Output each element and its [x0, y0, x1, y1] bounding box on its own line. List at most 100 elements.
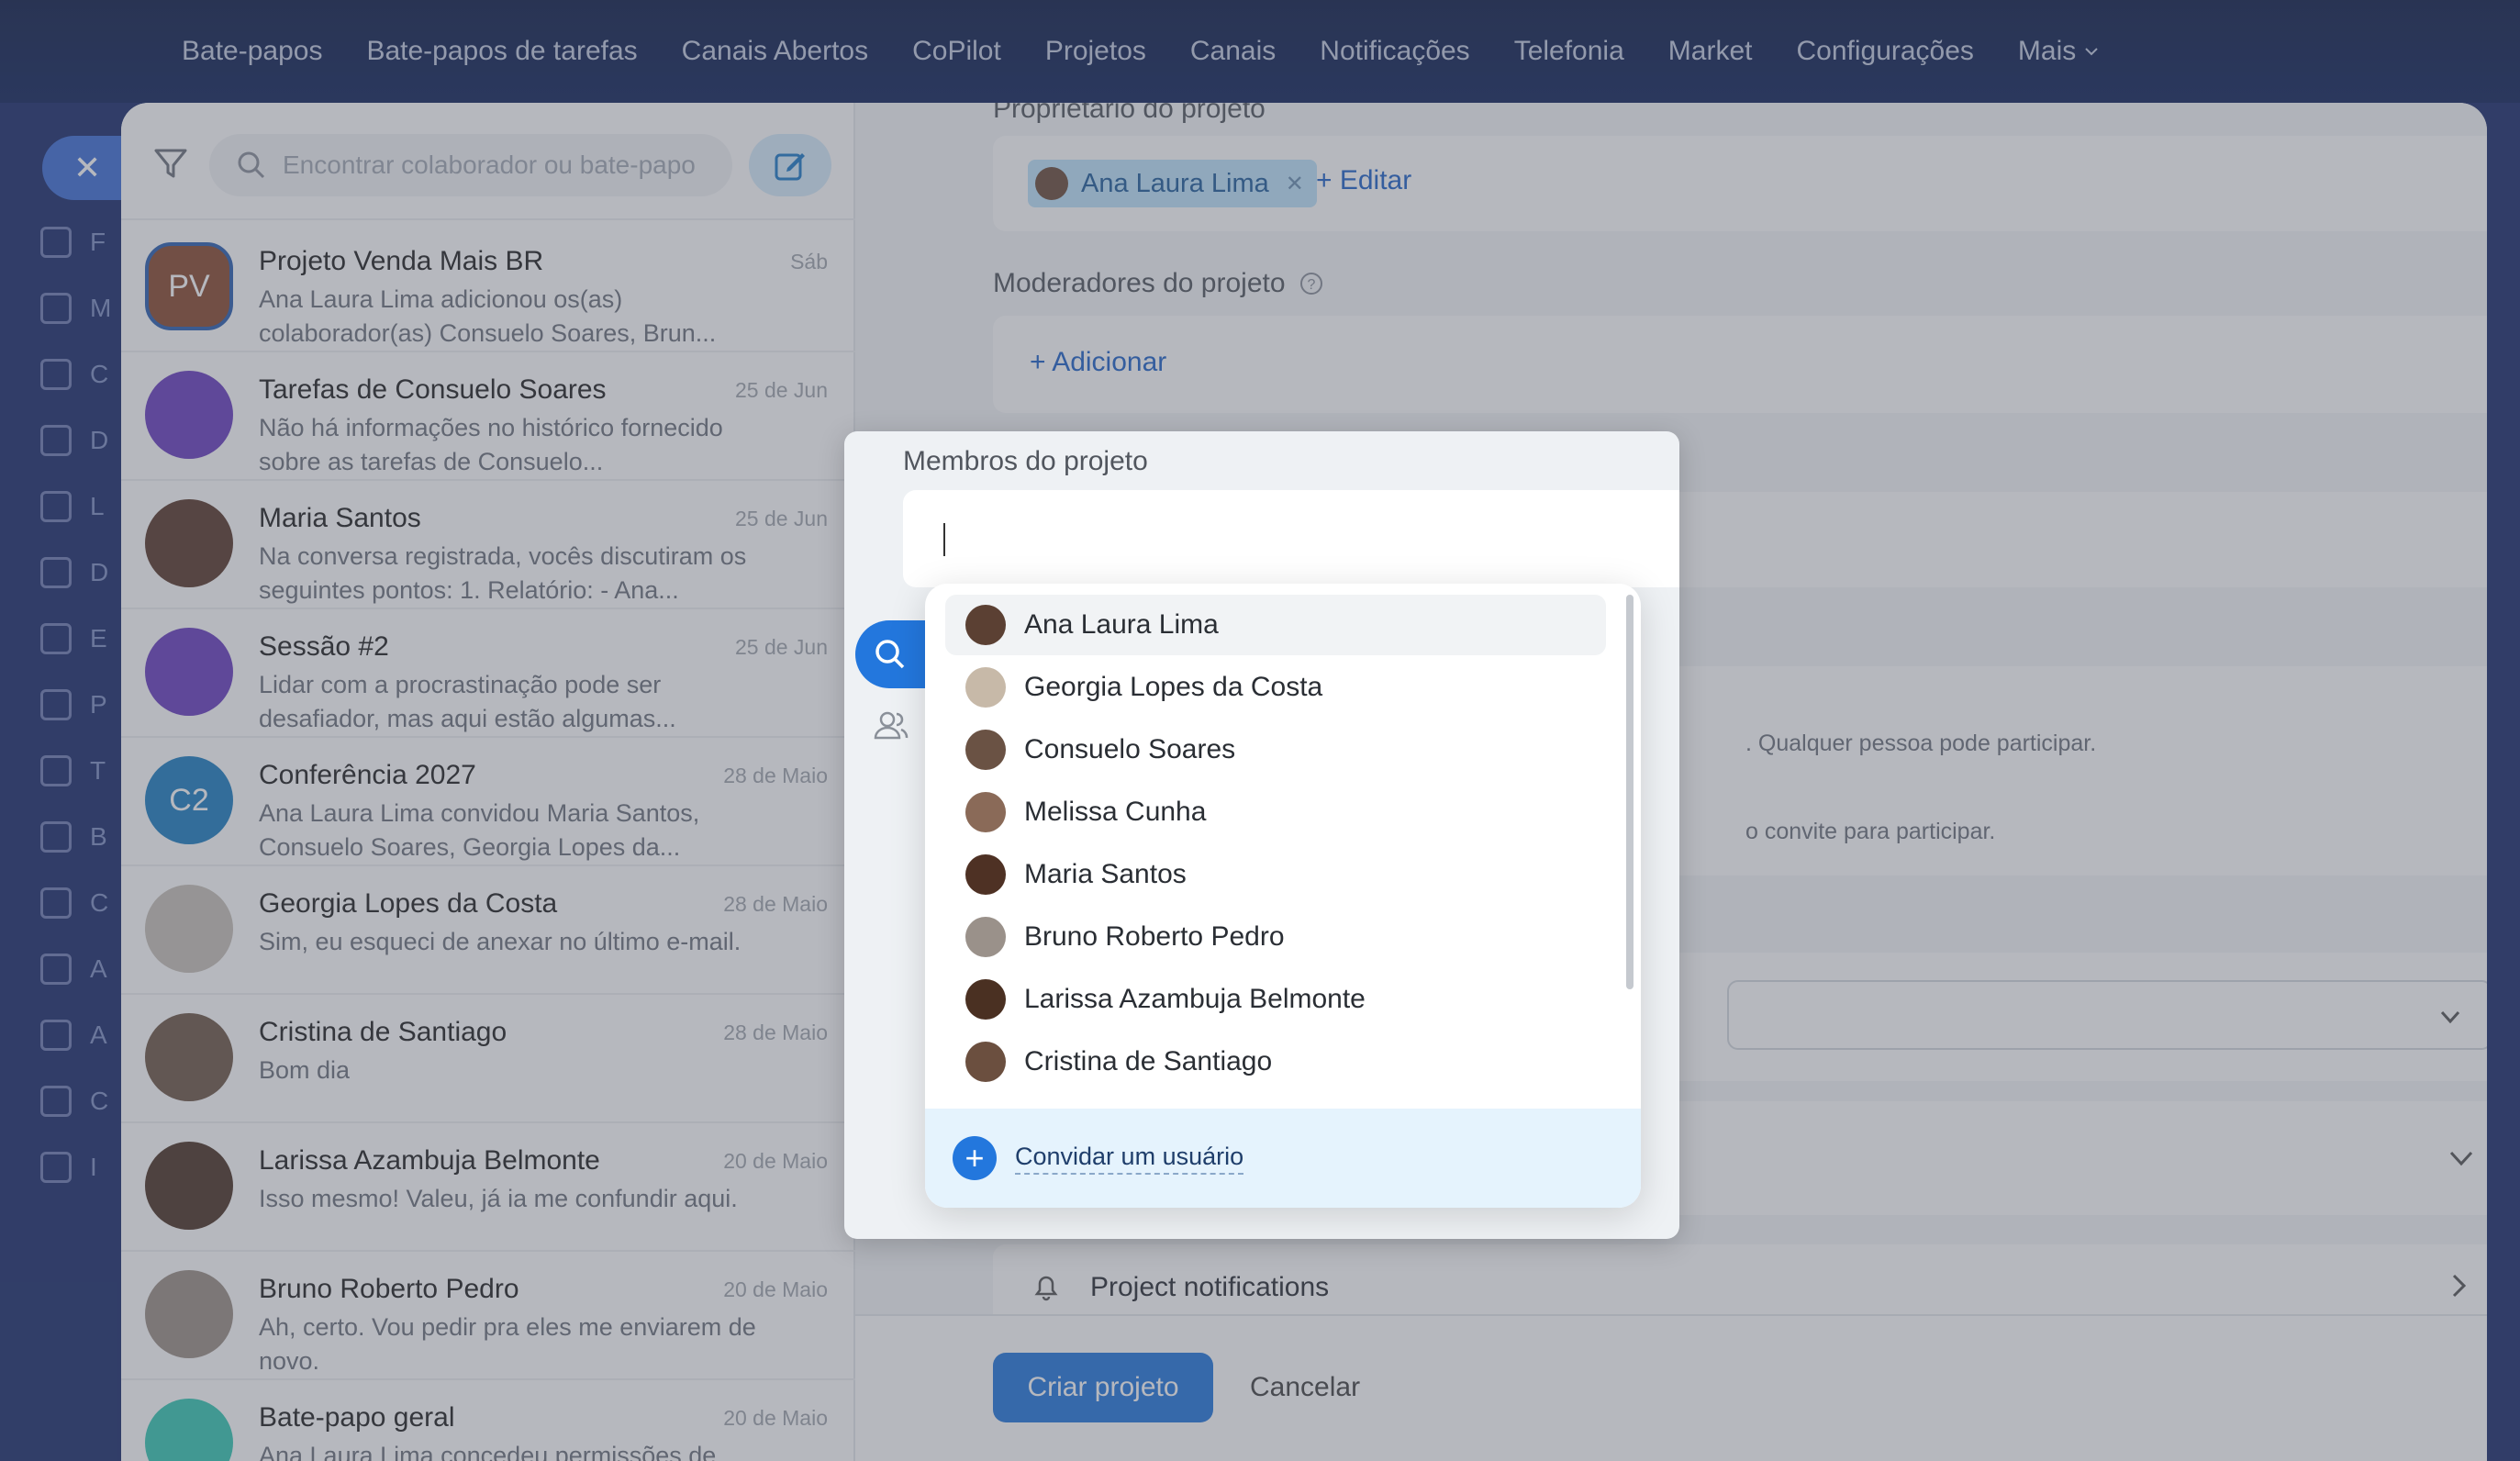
chat-title: Cristina de Santiago: [259, 1017, 507, 1047]
chat-search-input[interactable]: [283, 151, 723, 180]
bg-sidebar-item: F: [40, 217, 123, 268]
member-option[interactable]: Consuelo Soares: [945, 719, 1606, 780]
member-option[interactable]: Larissa Azambuja Belmonte: [945, 969, 1606, 1030]
chevron-right-icon: [2452, 1274, 2467, 1298]
form-footer: Criar projeto Cancelar: [855, 1314, 2487, 1461]
avatar-initials: C2: [169, 782, 209, 818]
nav-item-8[interactable]: Market: [1668, 36, 1753, 67]
chat-preview: Sim, eu esqueci de anexar no último e-ma…: [259, 928, 742, 955]
member-option[interactable]: Cristina de Santiago: [945, 1032, 1606, 1092]
nav-item-label: Mais: [2017, 36, 2077, 66]
menu-icon: [40, 1152, 72, 1183]
member-option-name: Melissa Cunha: [1024, 797, 1207, 827]
avatar: [145, 371, 233, 459]
chat-list-item[interactable]: Sessão #2 25 de Jun Lidar com a procrastin…: [121, 609, 855, 738]
avatar: [1035, 167, 1068, 200]
chat-list-item[interactable]: Bruno Roberto Pedro 20 de Maio Ah, certo. …: [121, 1252, 855, 1380]
chat-date: 28 de Maio: [723, 764, 828, 787]
nav-item-5[interactable]: Canais: [1190, 36, 1276, 67]
owner-chip[interactable]: Ana Laura Lima ✕: [1028, 160, 1317, 207]
chat-list-item[interactable]: Georgia Lopes da Costa 28 de Maio Sim, eu …: [121, 866, 855, 995]
avatar: [145, 1270, 233, 1358]
member-option[interactable]: Melissa Cunha: [945, 782, 1606, 842]
bg-sidebar-item: L: [40, 481, 123, 532]
chat-list-item[interactable]: PV Projeto Venda Mais BR Sáb Ana Laura Lima…: [121, 224, 855, 352]
invite-user-label: Convidar um usuário: [1015, 1143, 1244, 1175]
chat-list-item[interactable]: C2 Conferência 2027 28 de Maio Ana Laura Li…: [121, 738, 855, 866]
chat-preview: Na conversa registrada, vocês discutiram…: [259, 542, 747, 604]
nav-item-9[interactable]: Configurações: [1796, 36, 1973, 67]
chat-list-item[interactable]: Larissa Azambuja Belmonte 20 de Maio Isso …: [121, 1123, 855, 1252]
nav-item-1[interactable]: Bate-papos de tarefas: [366, 36, 637, 67]
avatar: [145, 628, 233, 716]
avatar: [145, 1013, 233, 1101]
member-option-name: Ana Laura Lima: [1024, 609, 1219, 640]
invite-user-button[interactable]: + Convidar um usuário: [925, 1109, 1641, 1208]
chat-date: 28 de Maio: [723, 1020, 828, 1044]
remove-icon[interactable]: ✕: [1286, 171, 1304, 197]
nav-item-7[interactable]: Telefonia: [1514, 36, 1624, 67]
menu-icon: [40, 623, 72, 654]
avatar: [965, 917, 1006, 957]
chat-date: 20 de Maio: [723, 1277, 828, 1301]
chat-list-item[interactable]: Bate-papo geral 20 de Maio Ana Laura Lima …: [121, 1380, 855, 1461]
chat-title: Bate-papo geral: [259, 1402, 455, 1433]
nav-item-2[interactable]: Canais Abertos: [682, 36, 868, 67]
menu-icon: [40, 821, 72, 853]
users-tab[interactable]: [868, 703, 914, 749]
nav-item-6[interactable]: Notificações: [1320, 36, 1469, 67]
avatar: [965, 667, 1006, 708]
chevron-down-icon: [2440, 1010, 2460, 1024]
bg-sidebar-label: C: [90, 1087, 109, 1115]
members-search-input[interactable]: [903, 490, 1679, 587]
nav-item-4[interactable]: Projetos: [1045, 36, 1146, 67]
search-icon: [875, 640, 905, 669]
top-navigation: Bate-papos Bate-papos de tarefas Canais Ab…: [0, 0, 2520, 103]
bg-sidebar-label: A: [90, 954, 107, 983]
bg-sidebar-label: T: [90, 756, 106, 785]
avatar: [145, 1142, 233, 1230]
chat-list-item[interactable]: Tarefas de Consuelo Soares 25 de Jun Não h…: [121, 352, 855, 481]
chat-list-item[interactable]: Maria Santos 25 de Jun Na conversa registr…: [121, 481, 855, 609]
bell-icon: [1034, 1276, 1058, 1301]
new-chat-button[interactable]: [749, 134, 831, 196]
moderators-field[interactable]: + Adicionar: [993, 316, 2487, 413]
help-icon[interactable]: ?: [1299, 271, 1324, 296]
search-tab[interactable]: [855, 620, 925, 688]
nav-item-3[interactable]: CoPilot: [912, 36, 1001, 67]
nav-item-10[interactable]: Mais: [2018, 36, 2100, 67]
chat-preview: Isso mesmo! Valeu, já ia me confundir aq…: [259, 1185, 738, 1212]
member-option[interactable]: Georgia Lopes da Costa: [945, 657, 1606, 718]
filter-icon[interactable]: [152, 145, 189, 182]
bg-sidebar-label: F: [90, 228, 106, 256]
member-suggestions: Ana Laura Lima Georgia Lopes da Costa Cons…: [925, 584, 1641, 1208]
bg-sidebar-label: B: [90, 822, 107, 851]
chat-preview: Bom dia: [259, 1056, 351, 1084]
chevron-down-icon: [2449, 1151, 2473, 1166]
chat-search-box[interactable]: [209, 134, 732, 196]
chat-preview: Não há informações no histórico fornecid…: [259, 414, 723, 475]
member-option[interactable]: Maria Santos: [945, 844, 1606, 905]
nav-item-label: Notificações: [1320, 36, 1470, 66]
svg-text:?: ?: [1307, 277, 1315, 293]
scrollbar[interactable]: [1626, 595, 1634, 989]
member-option-name: Georgia Lopes da Costa: [1024, 672, 1323, 702]
select-dropdown[interactable]: [1727, 980, 2487, 1050]
text-caret: [943, 523, 945, 556]
chat-date: 25 de Jun: [734, 378, 828, 402]
avatar: [145, 885, 233, 973]
nav-item-0[interactable]: Bate-papos: [182, 36, 322, 67]
member-option[interactable]: Bruno Roberto Pedro: [945, 907, 1606, 967]
menu-icon: [40, 755, 72, 786]
avatar: PV: [145, 242, 233, 330]
avatar: [965, 792, 1006, 832]
chat-list-item[interactable]: Cristina de Santiago 28 de Maio Bom dia: [121, 995, 855, 1123]
avatar: C2: [145, 756, 233, 844]
cancel-button[interactable]: Cancelar: [1250, 1353, 1360, 1422]
member-option[interactable]: Ana Laura Lima: [945, 595, 1606, 655]
create-project-button[interactable]: Criar projeto: [993, 1353, 1213, 1422]
add-moderator-link[interactable]: + Adicionar: [1030, 347, 1166, 378]
edit-owner-link[interactable]: + Editar: [1316, 165, 1411, 196]
member-option-name: Larissa Azambuja Belmonte: [1024, 984, 1366, 1014]
chat-date: Sáb: [790, 250, 828, 273]
